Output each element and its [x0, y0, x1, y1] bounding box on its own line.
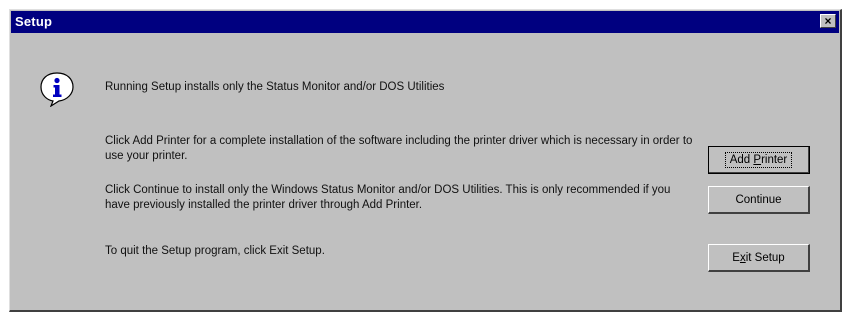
exit-setup-button-label: Exit Setup: [732, 251, 785, 264]
add-printer-button-label: Add Printer: [724, 151, 793, 168]
info-icon: [40, 72, 74, 107]
close-icon[interactable]: ×: [820, 14, 836, 28]
continue-description: Click Continue to install only the Windo…: [105, 184, 671, 211]
setup-dialog: Setup × Running Setup installs only the …: [9, 9, 842, 312]
title-bar[interactable]: Setup ×: [11, 11, 839, 33]
continue-button-label: Continue: [735, 193, 782, 206]
window-title: Setup: [15, 14, 53, 29]
quit-description: To quit the Setup program, click Exit Se…: [105, 245, 325, 257]
exit-setup-button[interactable]: Exit Setup: [708, 244, 810, 272]
add-printer-button[interactable]: Add Printer: [708, 146, 810, 174]
continue-button[interactable]: Continue: [708, 186, 810, 214]
add-printer-description: Click Add Printer for a complete install…: [105, 135, 693, 162]
main-message: Running Setup installs only the Status M…: [105, 81, 445, 93]
